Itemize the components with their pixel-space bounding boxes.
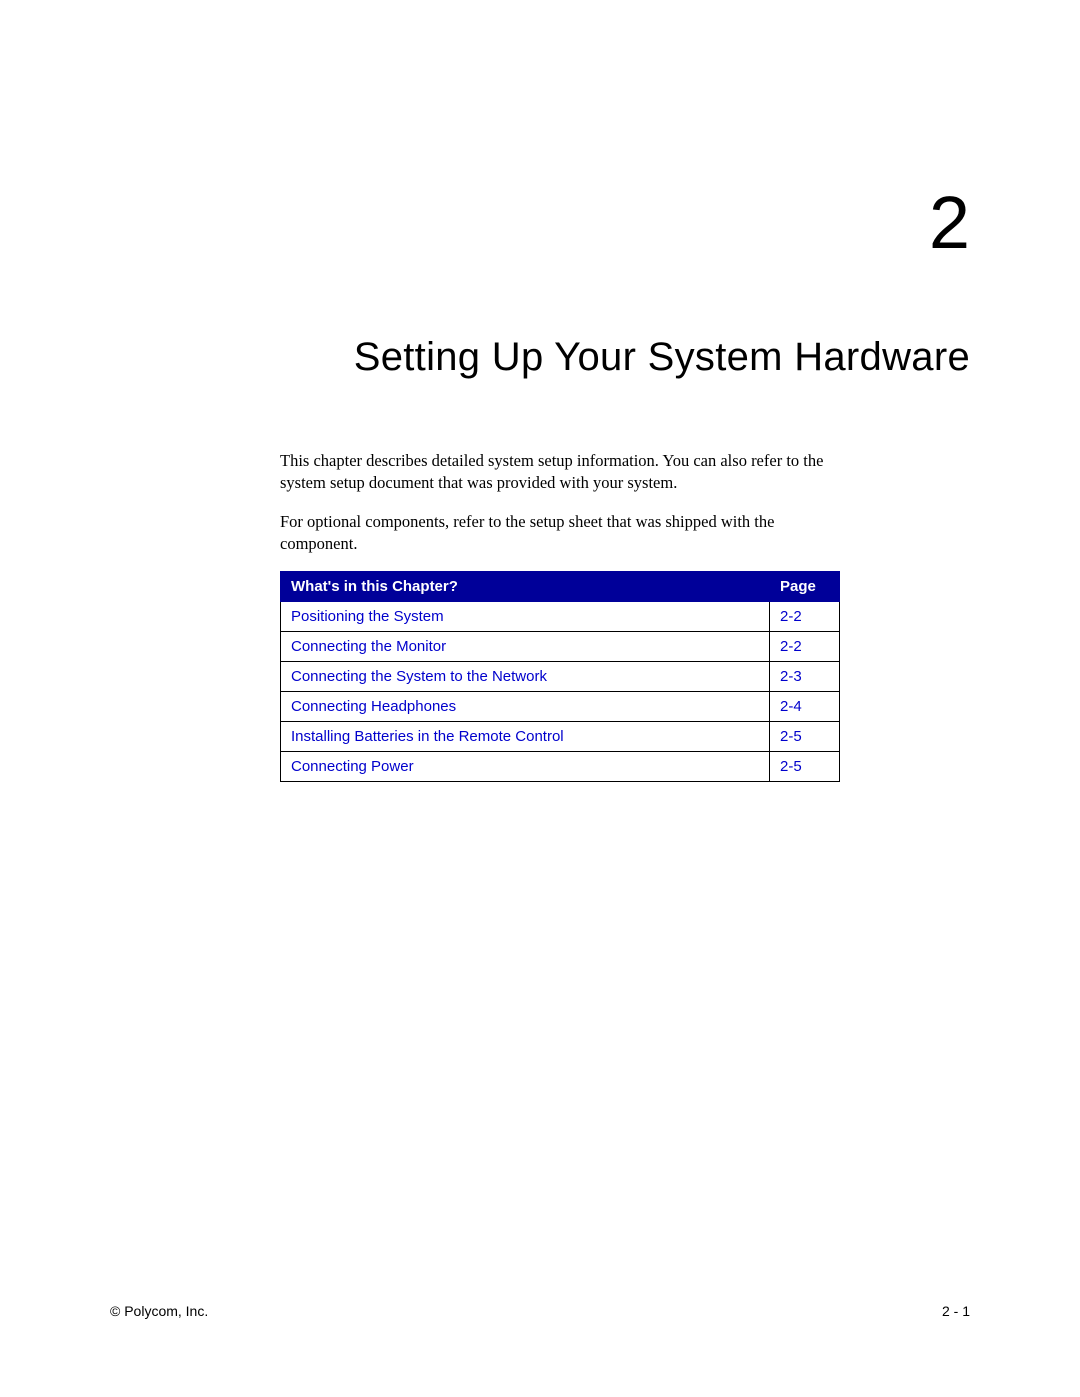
document-page: 2 Setting Up Your System Hardware This c… [0, 0, 1080, 782]
table-row: Installing Batteries in the Remote Contr… [281, 722, 840, 752]
toc-page[interactable]: 2-3 [770, 662, 840, 692]
toc-link[interactable]: Connecting the System to the Network [281, 662, 770, 692]
table-row: Connecting the System to the Network 2-3 [281, 662, 840, 692]
intro-paragraph-1: This chapter describes detailed system s… [280, 450, 840, 495]
toc-link[interactable]: Connecting Headphones [281, 692, 770, 722]
table-header-page: Page [770, 572, 840, 602]
chapter-contents-table: What's in this Chapter? Page Positioning… [280, 571, 840, 782]
table-header-row: What's in this Chapter? Page [281, 572, 840, 602]
toc-page[interactable]: 2-5 [770, 752, 840, 782]
toc-page[interactable]: 2-4 [770, 692, 840, 722]
toc-link[interactable]: Positioning the System [281, 602, 770, 632]
toc-link[interactable]: Installing Batteries in the Remote Contr… [281, 722, 770, 752]
table-row: Positioning the System 2-2 [281, 602, 840, 632]
toc-link[interactable]: Connecting Power [281, 752, 770, 782]
chapter-number: 2 [280, 180, 970, 265]
toc-page[interactable]: 2-5 [770, 722, 840, 752]
intro-paragraph-2: For optional components, refer to the se… [280, 511, 840, 556]
toc-link[interactable]: Connecting the Monitor [281, 632, 770, 662]
table-row: Connecting Headphones 2-4 [281, 692, 840, 722]
table-row: Connecting Power 2-5 [281, 752, 840, 782]
table-header-title: What's in this Chapter? [281, 572, 770, 602]
chapter-title: Setting Up Your System Hardware [280, 335, 970, 380]
toc-page[interactable]: 2-2 [770, 602, 840, 632]
footer-page-number: 2 - 1 [942, 1303, 970, 1319]
toc-page[interactable]: 2-2 [770, 632, 840, 662]
table-row: Connecting the Monitor 2-2 [281, 632, 840, 662]
page-footer: © Polycom, Inc. 2 - 1 [110, 1303, 970, 1319]
footer-copyright: © Polycom, Inc. [110, 1303, 208, 1319]
